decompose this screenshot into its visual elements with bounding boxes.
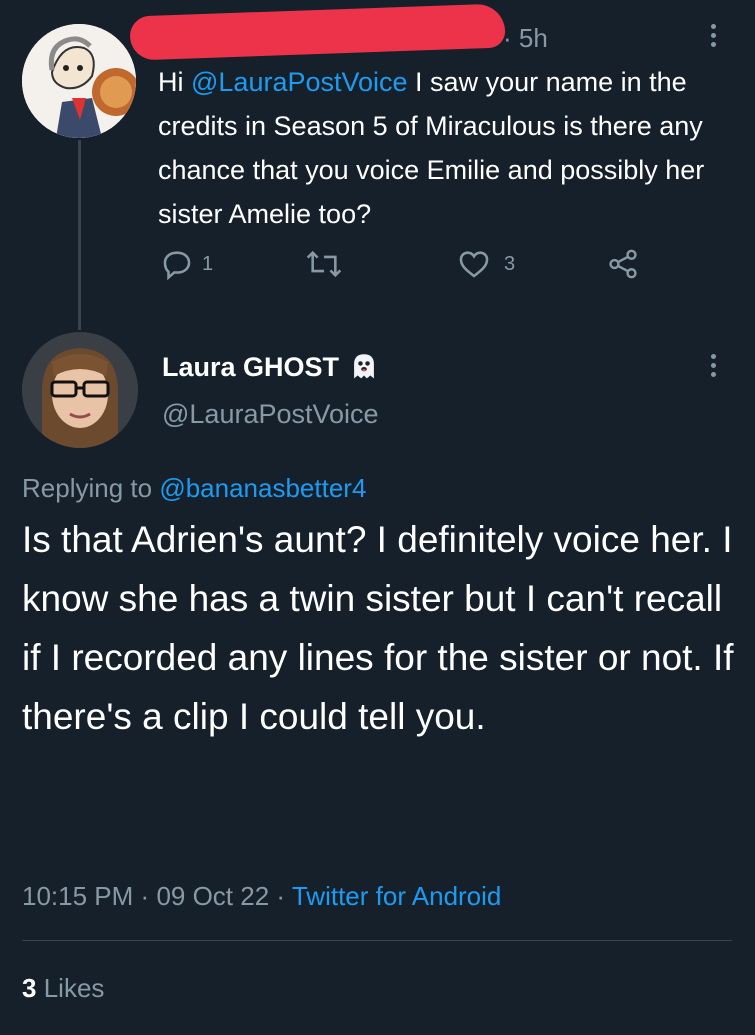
likes-stat[interactable]: 3 Likes <box>22 972 104 1004</box>
likes-count: 3 <box>22 973 37 1003</box>
reply-author-name[interactable]: Laura GHOST <box>162 350 381 384</box>
retweet-action[interactable] <box>304 246 344 282</box>
display-name: Laura GHOST <box>162 352 340 382</box>
like-count: 3 <box>504 252 516 275</box>
like-icon <box>459 251 489 278</box>
reply-tweet-text: Is that Adrien's aunt? I definitely voic… <box>22 519 734 737</box>
cartoon-avatar-image <box>22 24 136 138</box>
ghost-emoji-icon <box>354 354 374 379</box>
tweet-source[interactable]: Twitter for Android <box>292 881 502 911</box>
original-tweet-text: Hi @LauraPostVoice I saw your name in th… <box>158 60 738 236</box>
replying-to-label: Replying to <box>22 473 153 503</box>
reply-author-handle[interactable]: @LauraPostVoice <box>162 398 379 430</box>
share-icon <box>609 249 637 279</box>
tweet-time[interactable]: 10:15 PM <box>22 881 133 911</box>
tweet-date[interactable]: 09 Oct 22 <box>156 881 269 911</box>
reply-action[interactable]: 1 <box>160 246 213 282</box>
stats-divider <box>22 940 732 941</box>
profile-photo-image <box>22 332 138 448</box>
replying-to-handle[interactable]: @bananasbetter4 <box>159 473 366 503</box>
original-tweet-time: · 5h <box>503 22 548 54</box>
tweet-metadata: 10:15 PM · 09 Oct 22 · Twitter for Andro… <box>22 880 501 912</box>
original-author-avatar[interactable] <box>22 24 136 138</box>
likes-label: Likes <box>43 973 105 1003</box>
meta-separator-1: · <box>140 881 150 911</box>
meta-separator-2: · <box>276 881 286 911</box>
original-more-icon[interactable] <box>711 24 717 51</box>
mention-link[interactable]: @LauraPostVoice <box>191 67 408 97</box>
time-separator: · <box>503 23 512 53</box>
replying-to-line: Replying to @bananasbetter4 <box>22 472 366 504</box>
share-action[interactable] <box>606 246 640 282</box>
reply-count: 1 <box>202 252 214 275</box>
redaction-scribble <box>129 3 506 61</box>
thread-connector-line <box>78 140 81 330</box>
reply-more-icon[interactable] <box>711 354 717 381</box>
reply-author-avatar[interactable] <box>22 332 138 448</box>
reply-icon <box>163 251 191 281</box>
retweet-icon <box>306 250 342 278</box>
time-ago: 5h <box>518 23 548 53</box>
like-action[interactable]: 3 <box>456 246 515 282</box>
original-text-prefix: Hi <box>158 67 191 97</box>
